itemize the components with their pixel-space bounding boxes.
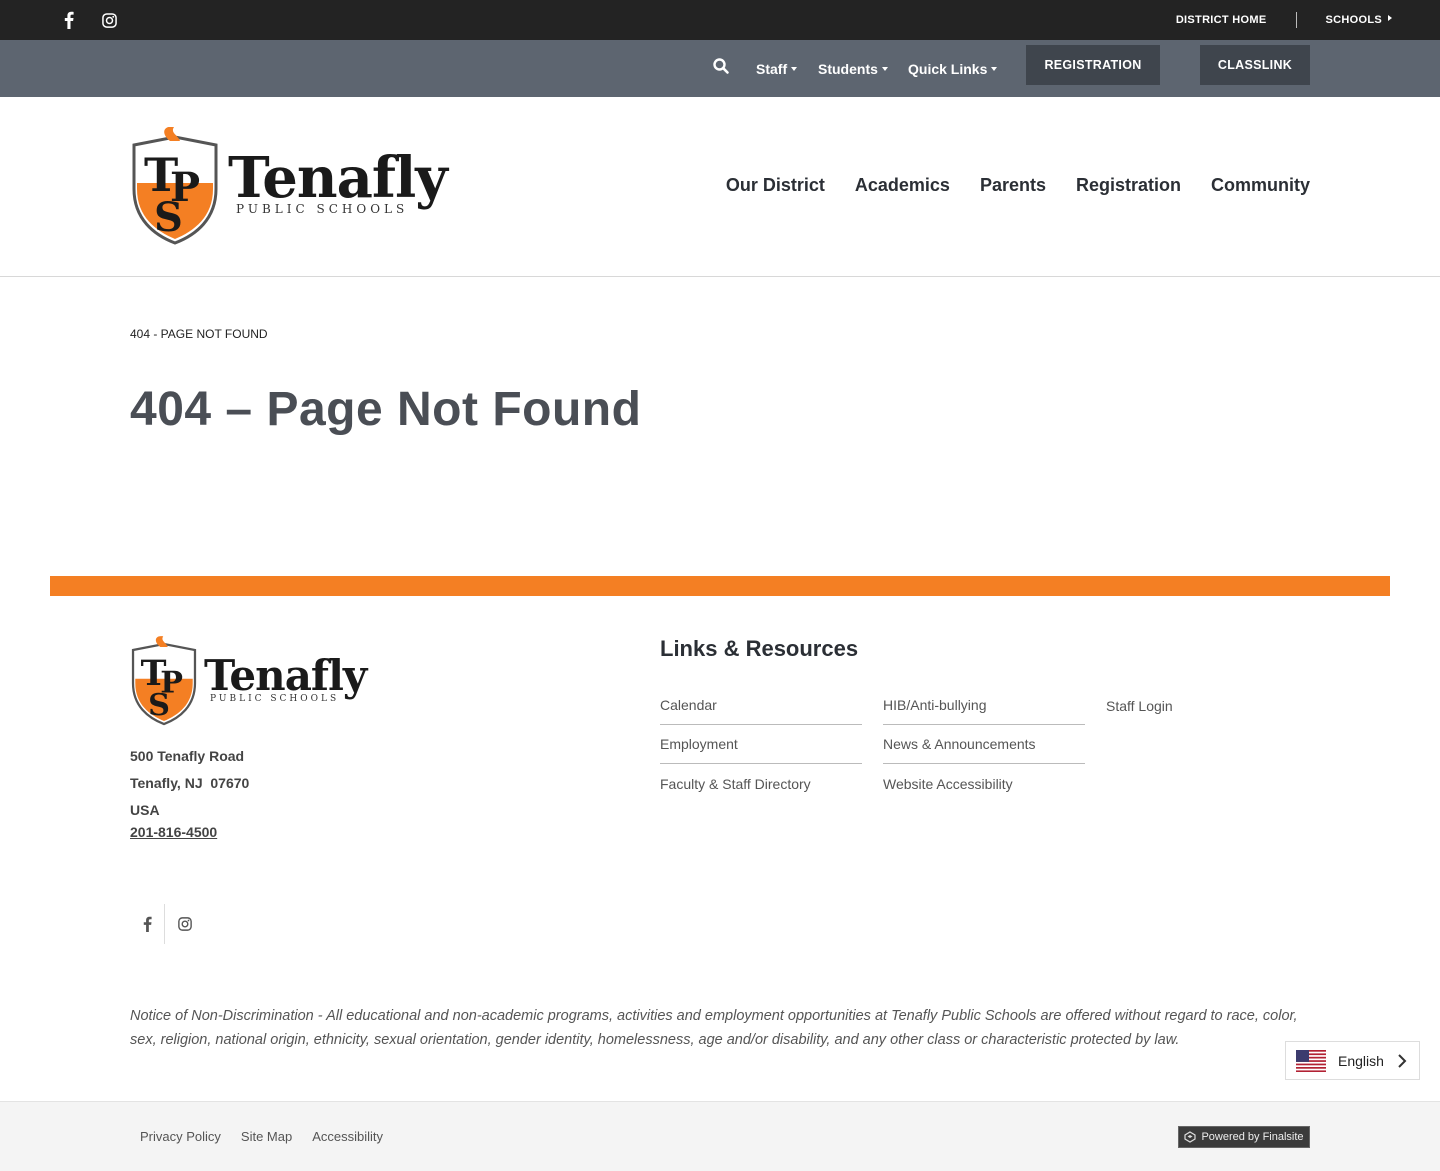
powered-by-finalsite-badge[interactable]: Powered by Finalsite [1178, 1126, 1310, 1148]
bottom-bar: Privacy Policy Site Map Accessibility Po… [0, 1101, 1440, 1171]
language-label: English [1338, 1052, 1384, 1069]
registration-button[interactable]: REGISTRATION [1026, 45, 1160, 85]
link-website-accessibility[interactable]: Website Accessibility [883, 764, 1085, 803]
schools-dropdown[interactable]: SCHOOLS [1325, 14, 1392, 26]
us-flag-icon [1296, 1049, 1326, 1072]
students-menu[interactable]: Students [818, 40, 888, 97]
top-divider [1295, 12, 1297, 28]
phone-link[interactable]: 201-816-4500 [130, 824, 217, 840]
link-hib-anti-bullying[interactable]: HIB/Anti-bullying [883, 686, 1085, 725]
nav-registration[interactable]: Registration [1076, 175, 1181, 196]
main-nav: Our District Academics Parents Registrat… [726, 175, 1310, 196]
staff-label: Staff [756, 60, 788, 77]
svg-text:S: S [154, 194, 183, 241]
tps-shield-icon: T P S [131, 636, 197, 726]
district-home-link[interactable]: DISTRICT HOME [1176, 14, 1267, 26]
schools-label: SCHOOLS [1325, 14, 1382, 26]
staff-menu[interactable]: Staff [756, 40, 798, 97]
top-bar: DISTRICT HOME SCHOOLS [0, 0, 1440, 40]
quick-links-menu[interactable]: Quick Links [908, 40, 998, 97]
facebook-icon[interactable] [130, 916, 164, 932]
address-line-3: USA [130, 802, 160, 818]
privacy-policy-link[interactable]: Privacy Policy [140, 1129, 221, 1144]
caret-down-icon [791, 66, 798, 71]
logo-wordmark: Tenafly [228, 145, 448, 211]
site-map-link[interactable]: Site Map [241, 1129, 292, 1144]
breadcrumb: 404 - PAGE NOT FOUND [130, 327, 268, 341]
nav-our-district[interactable]: Our District [726, 175, 825, 196]
footer-logo-text: Tenafly PUBLIC SCHOOLS [204, 650, 367, 704]
bottom-links: Privacy Policy Site Map Accessibility [140, 1129, 383, 1144]
footer-accent-bar [50, 576, 1390, 596]
site-header: T P S Tenafly PUBLIC SCHOOLS Our Distric… [0, 97, 1440, 277]
caret-down-icon [991, 66, 998, 71]
accessibility-link[interactable]: Accessibility [312, 1129, 383, 1144]
address-line-2: Tenafly, NJ 07670 [130, 775, 250, 791]
non-discrimination-notice: Notice of Non-Discrimination - All educa… [130, 1008, 1298, 1048]
chevron-right-icon [1398, 1054, 1407, 1068]
svg-text:S: S [148, 688, 170, 723]
quick-links-label: Quick Links [908, 60, 988, 77]
links-heading: Links & Resources [660, 636, 859, 661]
nav-parents[interactable]: Parents [980, 175, 1046, 196]
link-faculty-directory[interactable]: Faculty & Staff Directory [660, 764, 862, 803]
page-title: 404 – Page Not Found [130, 383, 642, 436]
link-news-announcements[interactable]: News & Announcements [883, 725, 1085, 764]
students-label: Students [818, 60, 878, 77]
caret-down-icon [881, 66, 888, 71]
nav-community[interactable]: Community [1211, 175, 1310, 196]
logo-text: Tenafly PUBLIC SCHOOLS [228, 145, 448, 216]
footer-social-links [130, 904, 205, 944]
nav-academics[interactable]: Academics [855, 175, 950, 196]
caret-right-icon [1388, 15, 1392, 21]
utility-bar: Staff Students Quick Links REGISTRATION … [0, 40, 1440, 97]
facebook-icon[interactable] [60, 10, 78, 30]
tps-shield-icon: T P S [132, 127, 218, 245]
finalsite-icon [1184, 1131, 1197, 1143]
link-employment[interactable]: Employment [660, 725, 862, 764]
instagram-icon[interactable] [165, 917, 205, 931]
link-calendar[interactable]: Calendar [660, 686, 862, 725]
top-links: DISTRICT HOME SCHOOLS [1176, 0, 1392, 40]
footer-logo-wordmark: Tenafly [204, 650, 367, 700]
link-staff-login[interactable]: Staff Login [1106, 686, 1308, 725]
powered-by-label: Powered by Finalsite [1201, 1131, 1304, 1143]
address-line-1: 500 Tenafly Road [130, 748, 245, 764]
top-social-links [60, 10, 118, 30]
site-logo[interactable]: T P S Tenafly PUBLIC SCHOOLS [130, 127, 448, 245]
footer-logo[interactable]: T P S Tenafly PUBLIC SCHOOLS [130, 636, 367, 726]
language-selector[interactable]: English [1285, 1041, 1420, 1080]
instagram-icon[interactable] [100, 10, 118, 30]
classlink-button[interactable]: CLASSLINK [1200, 45, 1310, 85]
search-icon[interactable] [712, 57, 730, 75]
